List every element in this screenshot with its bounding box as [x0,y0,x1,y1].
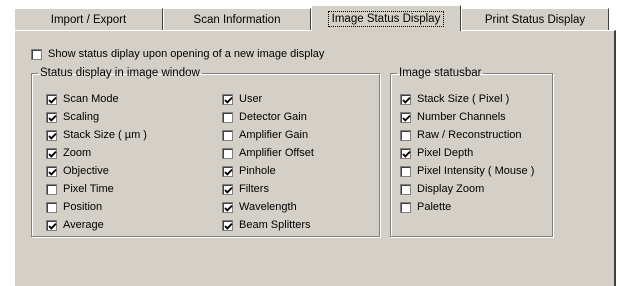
amplifier-offset-checkbox[interactable] [222,147,233,159]
option-wavelength[interactable]: Wavelength [222,199,297,215]
tab-scan-information[interactable]: Scan Information [163,8,311,30]
option-label: Amplifier Offset [239,147,314,159]
option-zoom[interactable]: Zoom [46,145,91,161]
option-label: Stack Size ( Pixel ) [417,93,510,105]
option-label: User [239,93,263,105]
option-number-channels[interactable]: Number Channels [400,109,506,125]
checkmark-icon [48,96,57,104]
checkmark-icon [224,222,233,230]
display-zoom-checkbox[interactable] [400,183,411,195]
option-scan-mode[interactable]: Scan Mode [46,91,119,107]
checkmark-icon [48,114,57,122]
option-amplifier-gain[interactable]: Amplifier Gain [222,127,308,143]
zoom-checkbox[interactable] [46,147,57,159]
option-label: Position [63,201,103,213]
option-pixel-depth[interactable]: Pixel Depth [400,145,473,161]
checkmark-icon [224,204,233,212]
option-pixel-time[interactable]: Pixel Time [46,181,114,197]
filters-checkbox[interactable] [222,183,233,195]
option-label: Pixel Time [63,183,114,195]
option-label: Beam Splitters [239,219,311,231]
checkmark-icon [224,96,233,104]
option-stack-size-pixel[interactable]: Stack Size ( Pixel ) [400,91,509,107]
option-filters[interactable]: Filters [222,181,269,197]
option-palette[interactable]: Palette [400,199,451,215]
option-stack-size-um[interactable]: Stack Size ( µm ) [46,127,147,143]
show-status-label: Show status diplay upon opening of a new… [48,48,325,60]
option-label: Objective [63,165,109,177]
objective-checkbox[interactable] [46,165,57,177]
option-objective[interactable]: Objective [46,163,109,179]
number-channels-checkbox[interactable] [400,111,411,123]
scaling-checkbox[interactable] [46,111,57,123]
option-label: Wavelength [239,201,297,213]
option-label: Detector Gain [239,111,307,123]
palette-checkbox[interactable] [400,201,411,213]
average-checkbox[interactable] [46,219,57,231]
option-label: Filters [239,183,269,195]
option-label: Amplifier Gain [239,129,309,141]
option-label: Scan Mode [63,93,119,105]
option-label: Raw / Reconstruction [417,129,522,141]
option-label: Display Zoom [417,183,485,195]
option-label: Pinhole [239,165,276,177]
option-user[interactable]: User [222,91,262,107]
option-raw-reconstruction[interactable]: Raw / Reconstruction [400,127,522,143]
checkmark-icon [402,114,411,122]
checkmark-icon [48,150,57,158]
checkmark-icon [48,132,57,140]
detector-gain-checkbox[interactable] [222,111,233,123]
option-beam-splitters[interactable]: Beam Splitters [222,217,311,233]
option-label: Number Channels [417,111,506,123]
checkmark-icon [48,222,57,230]
option-position[interactable]: Position [46,199,102,215]
stack-size-um-checkbox[interactable] [46,129,57,141]
tab-label: Print Status Display [484,13,586,26]
status-display-group-title: Status display in image window [40,67,200,79]
stack-size-pixel-checkbox[interactable] [400,93,411,105]
option-label: Zoom [63,147,92,159]
checkmark-icon [224,168,233,176]
pixel-depth-checkbox[interactable] [400,147,411,159]
amplifier-gain-checkbox[interactable] [222,129,233,141]
option-label: Average [63,219,104,231]
pixel-intensity-checkbox[interactable] [400,165,411,177]
tab-label: Scan Information [193,13,281,26]
show-status-option[interactable]: Show status diplay upon opening of a new… [31,46,324,62]
option-label: Scaling [63,111,100,123]
option-scaling[interactable]: Scaling [46,109,99,125]
option-label: Palette [417,201,452,213]
option-amplifier-offset[interactable]: Amplifier Offset [222,145,314,161]
position-checkbox[interactable] [46,201,57,213]
wavelength-checkbox[interactable] [222,201,233,213]
show-status-checkbox[interactable] [31,48,42,60]
image-statusbar-group-title: Image statusbar [399,67,482,79]
tab-import-export[interactable]: Import / Export [14,8,163,30]
option-label: Pixel Depth [417,147,474,159]
checkmark-icon [402,150,411,158]
pixel-time-checkbox[interactable] [46,183,57,195]
checkmark-icon [224,186,233,194]
option-label: Stack Size ( µm ) [63,129,147,141]
tab-label: Import / Export [50,13,127,26]
option-label: Pixel Intensity ( Mouse ) [417,165,535,177]
tab-label: Image Status Display [327,10,445,27]
option-pixel-intensity[interactable]: Pixel Intensity ( Mouse ) [400,163,534,179]
option-detector-gain[interactable]: Detector Gain [222,109,307,125]
beam-splitters-checkbox[interactable] [222,219,233,231]
raw-reconstruction-checkbox[interactable] [400,129,411,141]
scan-mode-checkbox[interactable] [46,93,57,105]
tab-print-status-display[interactable]: Print Status Display [461,8,609,30]
tab-image-status-display[interactable]: Image Status Display [311,5,461,31]
checkmark-icon [402,96,411,104]
tab-bar: Import / Export Scan Information Image S… [0,0,622,31]
option-pinhole[interactable]: Pinhole [222,163,276,179]
checkmark-icon [48,168,57,176]
option-display-zoom[interactable]: Display Zoom [400,181,484,197]
option-average[interactable]: Average [46,217,104,233]
user-checkbox[interactable] [222,93,233,105]
pinhole-checkbox[interactable] [222,165,233,177]
